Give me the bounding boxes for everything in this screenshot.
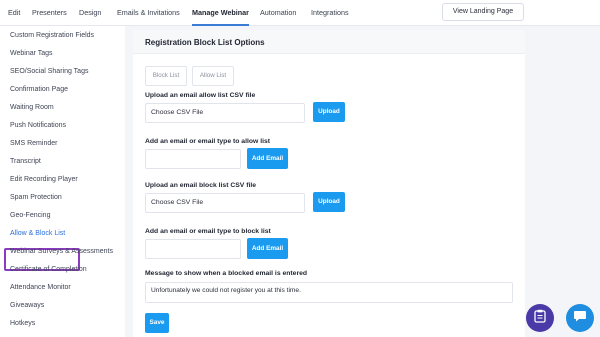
sidebar-item-allow-block-list[interactable]: Allow & Block List [10,230,65,237]
tab-design[interactable]: Design [79,0,101,26]
sidebar-item-geo-fencing[interactable]: Geo-Fencing [10,212,50,219]
tab-presenters[interactable]: Presenters [32,0,67,26]
block-upload-button[interactable]: Upload [313,192,345,212]
save-button[interactable]: Save [145,313,169,333]
panel-title: Registration Block List Options [145,38,265,47]
top-nav: Edit Presenters Design Emails & Invitati… [0,0,600,26]
panel-header: Registration Block List Options [133,30,525,54]
sidebar-item-push-notifications[interactable]: Push Notifications [10,122,66,129]
allow-email-label: Add an email or email type to allow list [145,138,271,145]
view-landing-page-button[interactable]: View Landing Page [442,3,524,21]
blocked-message-label: Message to show when a blocked email is … [145,270,308,277]
clipboard-icon [534,309,546,328]
sidebar-item-webinar-surveys-assessments[interactable]: Webinar Surveys & Assessments [10,248,113,255]
allow-add-email-button[interactable]: Add Email [247,148,288,169]
sidebar-item-sms-reminder[interactable]: SMS Reminder [10,140,57,147]
blocked-message-textarea[interactable]: Unfortunately we could not register you … [145,282,513,303]
allow-csv-file-input[interactable]: Choose CSV File [145,103,305,123]
block-list-panel: Registration Block List Options Block Li… [133,30,525,337]
sidebar-item-seo-social-sharing-tags[interactable]: SEO/Social Sharing Tags [10,68,88,75]
block-email-label: Add an email or email type to block list [145,228,271,235]
sidebar: Custom Registration Fields Webinar Tags … [0,26,125,337]
tab-integrations[interactable]: Integrations [311,0,349,26]
block-csv-file-input[interactable]: Choose CSV File [145,193,305,213]
notes-fab-button[interactable] [526,304,554,332]
sidebar-item-waiting-room[interactable]: Waiting Room [10,104,54,111]
sidebar-item-transcript[interactable]: Transcript [10,158,41,165]
tab-emails-invitations[interactable]: Emails & Invitations [117,0,180,26]
tab-edit[interactable]: Edit [8,0,20,26]
sidebar-item-spam-protection[interactable]: Spam Protection [10,194,62,201]
allow-list-tab[interactable]: Allow List [192,66,234,86]
sidebar-item-hotkeys[interactable]: Hotkeys [10,320,35,327]
block-list-tab[interactable]: Block List [145,66,187,86]
sidebar-item-giveaways[interactable]: Giveaways [10,302,44,309]
allow-csv-label: Upload an email allow list CSV file [145,92,256,99]
sidebar-item-webinar-tags[interactable]: Webinar Tags [10,50,53,57]
chat-bubble-icon [573,309,587,328]
sidebar-item-confirmation-page[interactable]: Confirmation Page [10,86,68,93]
main-content: Registration Block List Options Block Li… [125,26,600,337]
sidebar-item-certificate-of-completion[interactable]: Certificate of Completion [10,266,87,273]
sidebar-item-attendance-monitor[interactable]: Attendance Monitor [10,284,71,291]
sidebar-item-edit-recording-player[interactable]: Edit Recording Player [10,176,78,183]
tab-manage-webinar[interactable]: Manage Webinar [192,0,249,26]
block-csv-label: Upload an email block list CSV file [145,182,257,189]
chat-fab-button[interactable] [566,304,594,332]
block-email-input[interactable] [145,239,241,259]
block-add-email-button[interactable]: Add Email [247,238,288,259]
allow-email-input[interactable] [145,149,241,169]
sidebar-item-custom-registration-fields[interactable]: Custom Registration Fields [10,32,94,39]
allow-upload-button[interactable]: Upload [313,102,345,122]
tab-automation[interactable]: Automation [260,0,296,26]
